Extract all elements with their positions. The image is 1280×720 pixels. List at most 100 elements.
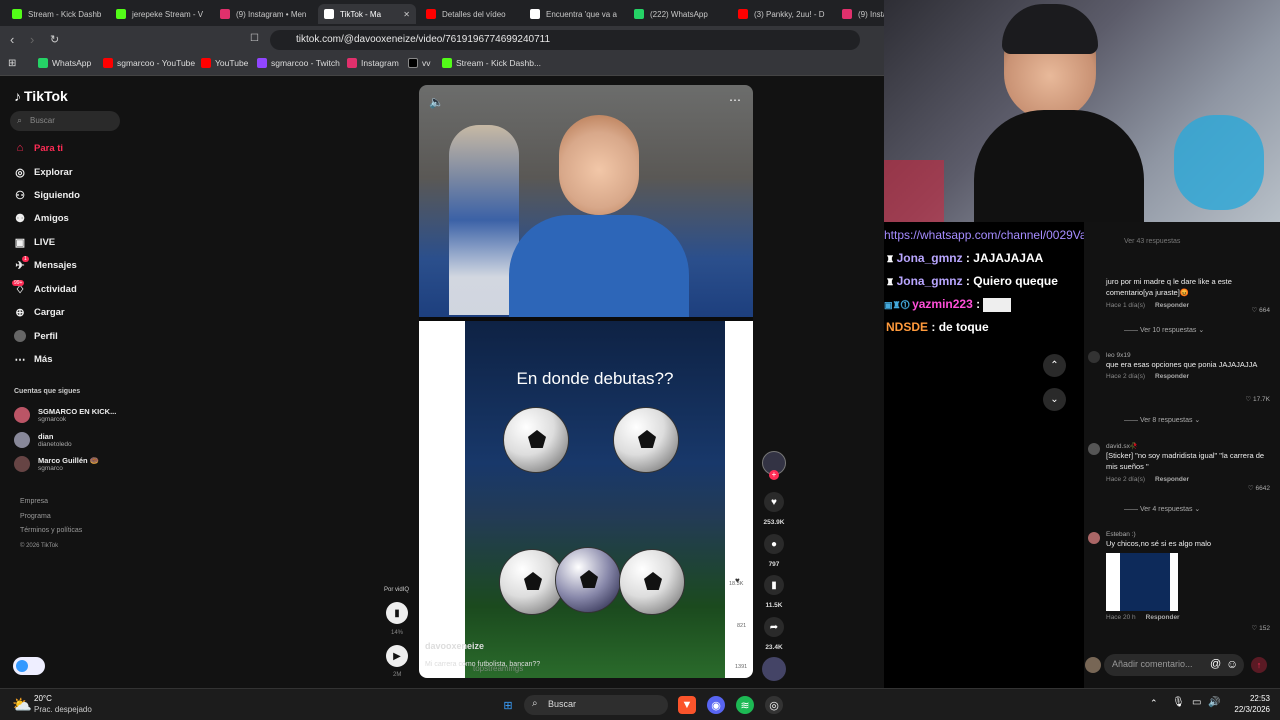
tray-chevron-icon[interactable]: ⌃ (1150, 698, 1158, 709)
comment-likes[interactable]: ♡ 152 (1252, 624, 1271, 632)
clock-date[interactable]: 22/3/2026 (1224, 705, 1270, 714)
like-button[interactable]: ♥ (764, 492, 784, 512)
nav-explorar[interactable]: ◎ Explorar (14, 166, 72, 179)
taskbar-search[interactable]: ⌕ Buscar (524, 695, 668, 715)
brave-browser-icon[interactable]: ▼ (678, 696, 696, 714)
spotify-icon[interactable]: ≋ (736, 696, 754, 714)
bookmark-instagram[interactable]: Instagram (347, 58, 399, 68)
avatar[interactable] (1088, 443, 1100, 455)
tab-tiktok-search[interactable]: Encuentra 'que va a (524, 4, 624, 24)
following-item[interactable]: Marco Guillén 🍩 sgmarco (14, 456, 99, 472)
vidiq-stats-button[interactable]: ▮ (386, 602, 408, 624)
weather-temp[interactable]: 20°C (34, 694, 52, 703)
comment-user[interactable]: david.sx🥀 (1106, 442, 1266, 450)
footer-link[interactable]: Programa (20, 510, 82, 525)
view-replies[interactable]: —— Ver 8 respuestas ⌄ (1124, 416, 1200, 424)
tab-instagram[interactable]: (9) Instagram • Men (214, 4, 314, 24)
nav-cargar[interactable]: ⊕ Cargar (14, 306, 64, 319)
bookmark-sgmarcoo-youtube[interactable]: sgmarcoo - YouTube (103, 58, 195, 68)
view-replies[interactable]: —— Ver 10 respuestas ⌄ (1124, 326, 1204, 334)
share-button[interactable]: ➦ (764, 617, 784, 637)
comment-button[interactable]: ● (764, 534, 784, 554)
nav-perfil[interactable]: Perfil (14, 330, 58, 342)
reply-button[interactable]: Responder (1155, 476, 1189, 483)
footer-link[interactable]: Términos y políticas (20, 524, 82, 539)
tab-label: Encuentra 'que va a (546, 9, 617, 19)
next-video-button[interactable]: ⌄ (1043, 388, 1066, 411)
clock-time[interactable]: 22:53 (1230, 694, 1270, 703)
reload-icon[interactable]: ↻ (50, 33, 59, 46)
video-author[interactable]: davooxeneize (425, 641, 484, 651)
nav-live[interactable]: ▣ LIVE (14, 236, 55, 249)
apps-grid-icon[interactable]: ⊞ (8, 58, 16, 69)
tab-youtube[interactable]: (3) Pankky, 2uu! - D (732, 4, 832, 24)
send-button[interactable]: ↑ (1251, 657, 1267, 673)
soccer-ball-icon (503, 407, 569, 473)
weather-icon[interactable]: ⛅ (12, 695, 32, 715)
following-item[interactable]: SGMARCO EN KICK... sgmarcok (14, 407, 116, 423)
nav-para-ti[interactable]: ⌂ Para ti (14, 142, 63, 154)
nav-label: Siguiendo (34, 189, 80, 201)
comment-likes[interactable]: ♡ 6642 (1248, 484, 1270, 492)
comment-likes[interactable]: ♡ 664 (1252, 306, 1271, 314)
reply-button[interactable]: Responder (1155, 373, 1189, 380)
display-icon[interactable]: ▭ (1192, 697, 1201, 708)
tiktok-search-input[interactable]: ⌕ Buscar (10, 111, 120, 131)
tab-whatsapp[interactable]: (222) WhatsApp (628, 4, 728, 24)
tab-tiktok[interactable]: TikTok - Ma ✕ (318, 4, 416, 24)
bookmark-x[interactable]: vv (408, 58, 431, 68)
reply-button[interactable]: Responder (1146, 614, 1180, 621)
avatar[interactable] (1088, 351, 1100, 363)
save-button[interactable]: ▮ (764, 575, 784, 595)
comment-input[interactable]: Añadir comentario... (1104, 654, 1244, 676)
forward-icon[interactable]: › (30, 32, 34, 47)
more-options-icon[interactable]: ⋯ (729, 93, 741, 107)
footer-link[interactable]: Empresa (20, 495, 82, 510)
messages-badge: 1 (22, 256, 29, 262)
tiktok-icon (324, 9, 334, 19)
comment-text: juro por mi madre q le dare like a este … (1106, 277, 1232, 298)
back-icon[interactable]: ‹ (10, 32, 14, 47)
tab-jerepeke[interactable]: jerepeke Stream - V (110, 4, 210, 24)
nav-actividad[interactable]: ♢ Actividad (14, 283, 77, 296)
bookmark-kick[interactable]: Stream - Kick Dashb... (442, 58, 541, 68)
reply-button[interactable]: Responder (1155, 302, 1189, 309)
microphone-icon[interactable]: 🎙 (1172, 697, 1185, 708)
nav-amigos[interactable]: ⚉ Amigos (14, 212, 69, 225)
bookmark-star-icon[interactable]: ☐ (250, 33, 259, 44)
tiktok-logo[interactable]: ♪ TikTok (14, 88, 68, 104)
emoji-icon[interactable]: ☺ (1226, 657, 1238, 671)
mention-icon[interactable]: @ (1210, 658, 1221, 670)
bookmark-twitch[interactable]: sgmarcoo - Twitch (257, 58, 340, 68)
speaker-icon[interactable]: 🔊 (1208, 697, 1220, 708)
extension-toggle[interactable] (13, 657, 45, 675)
discord-icon[interactable]: ◉ (707, 696, 725, 714)
tab-instagram-2[interactable]: (9) Instag (836, 4, 884, 24)
sound-disc-icon[interactable] (762, 657, 786, 681)
comment-image-attachment[interactable] (1106, 553, 1178, 612)
video-player[interactable]: 🔈 ⋯ En donde debutas?? davooxeneize Mi c… (419, 85, 753, 678)
volume-icon[interactable]: 🔈 (429, 95, 444, 109)
comment-likes[interactable]: ♡ 17.7K (1245, 395, 1270, 403)
nav-mas[interactable]: ⋯ Más (14, 353, 53, 366)
comment-user[interactable]: leo 9x19 (1106, 352, 1266, 359)
nav-siguiendo[interactable]: ⚇ Siguiendo (14, 189, 80, 202)
copyright: © 2026 TikTok (20, 542, 59, 549)
following-item[interactable]: dian dianetoledo (14, 432, 72, 448)
view-replies[interactable]: Ver 43 respuestas (1124, 238, 1180, 245)
view-replies[interactable]: —— Ver 4 respuestas ⌄ (1124, 505, 1200, 513)
bookmark-youtube[interactable]: YouTube (201, 58, 248, 68)
prev-video-button[interactable]: ⌃ (1043, 354, 1066, 377)
tab-kick-dashboard[interactable]: Stream - Kick Dashb (6, 4, 106, 24)
comment-user[interactable]: Esteban :) (1106, 531, 1266, 538)
tab-video-details[interactable]: Detalles del vídeo (420, 4, 520, 24)
windows-start-icon[interactable]: ⊞ (499, 696, 517, 714)
bookmark-whatsapp[interactable]: WhatsApp (38, 58, 91, 68)
vidiq-play-button[interactable]: ▶ (386, 645, 408, 667)
address-bar[interactable]: tiktok.com/@davooxeneize/video/761919677… (270, 30, 860, 50)
close-tab-icon[interactable]: ✕ (403, 10, 410, 19)
obs-icon[interactable]: ◎ (765, 696, 783, 714)
follow-plus-icon[interactable]: + (769, 470, 779, 480)
avatar[interactable] (1088, 532, 1100, 544)
chat-message: ▣♜⓵ yazmin223 : (884, 297, 1012, 312)
